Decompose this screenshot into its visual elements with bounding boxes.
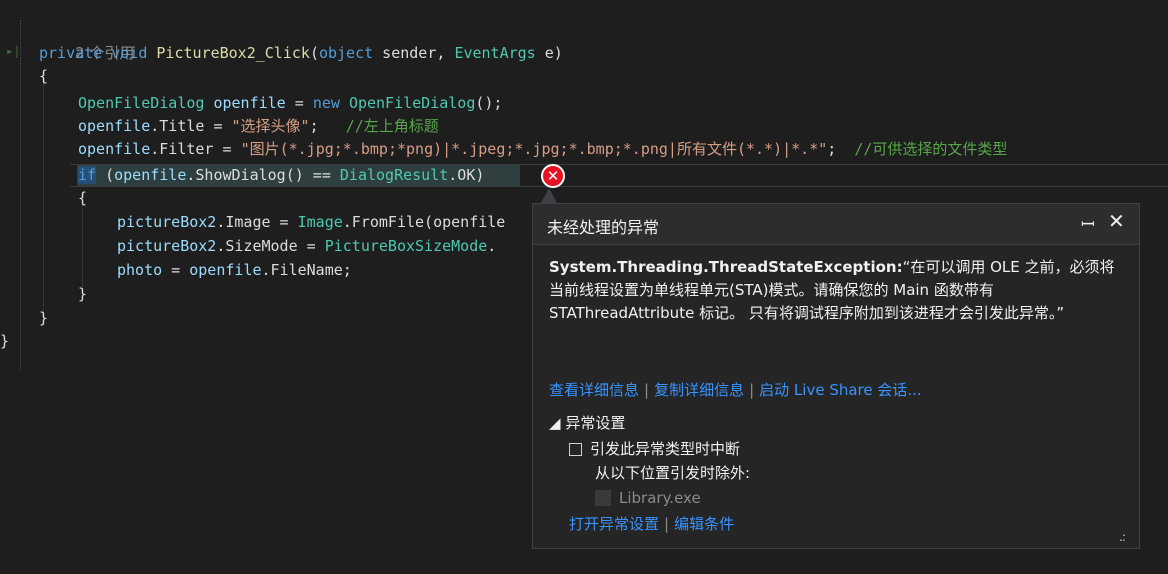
edit-conditions-link[interactable]: 编辑条件 [674, 515, 734, 533]
type-name: OpenFileDialog [78, 94, 205, 112]
string-literal: "图片(*.jpg;*.bmp;*png)|*.jpeg;*.jpg;*.bmp… [240, 140, 828, 158]
method-name: PictureBox2_Click [156, 44, 310, 62]
code-text: .FromFile(openfile [342, 213, 506, 231]
code-text: (); [475, 94, 503, 112]
code-line-inner-brace-open: { [78, 187, 87, 210]
indent-guide [20, 20, 21, 370]
code-text: .Image = [216, 213, 298, 231]
type-name: OpenFileDialog [348, 94, 476, 112]
variable-name: photo [117, 261, 163, 279]
popup-header: 未经处理的异常 ꟷ ✕ [533, 204, 1139, 245]
code-text: = [285, 94, 313, 112]
link-separator: | [749, 381, 755, 399]
code-text: ( [309, 44, 319, 62]
code-text: .SizeMode = [216, 237, 325, 255]
code-text: e) [535, 44, 563, 62]
code-text: .ShowDialog() == [186, 166, 340, 184]
code-text: .Title = [150, 117, 232, 135]
pin-icon[interactable]: ꟷ [1081, 212, 1095, 235]
type-name: DialogResult [339, 166, 449, 184]
keyword: private [39, 44, 103, 62]
code-line-photo: photo = openfile.FileName; [117, 259, 352, 282]
keyword: object [318, 44, 374, 62]
exception-message: System.Threading.ThreadStateException:“在… [549, 256, 1127, 325]
code-text: = [162, 261, 190, 279]
variable-name: openfile [189, 261, 262, 279]
keyword: new [312, 94, 340, 112]
string-literal: "选择头像" [231, 117, 310, 135]
break-on-exception-checkbox[interactable]: 引发此异常类型时中断 [569, 437, 740, 461]
type-name: EventArgs [454, 44, 536, 62]
section-label: 异常设置 [565, 414, 626, 432]
indent-guide [43, 83, 44, 313]
code-text: .FileName; [261, 261, 352, 279]
settings-links: 打开异常设置 | 编辑条件 [569, 512, 734, 536]
library-checkbox: Library.exe [595, 486, 701, 510]
code-comment: //左上角标题 [345, 117, 439, 135]
code-line-title: openfile.Title = "选择头像"; //左上角标题 [78, 115, 439, 138]
collapse-marker-icon[interactable]: ▸| [6, 44, 20, 58]
popup-links: 查看详细信息 | 复制详细信息 | 启动 Live Share 会话... [549, 378, 922, 402]
library-label: Library.exe [619, 489, 701, 507]
brace: { [39, 67, 49, 85]
brace: { [78, 189, 88, 207]
brace: } [78, 285, 88, 303]
variable-name: openfile [213, 94, 286, 112]
indent-guide [82, 203, 83, 293]
code-text: . [487, 237, 497, 255]
popup-pointer [541, 188, 557, 203]
code-line-inner-brace-close: } [78, 283, 87, 306]
code-text: ; [309, 117, 319, 135]
exception-settings-section[interactable]: ◢ 异常设置 [549, 411, 625, 435]
code-text: ; [827, 140, 837, 158]
code-line-filter: openfile.Filter = "图片(*.jpg;*.bmp;*png)|… [78, 138, 1007, 161]
variable-name: pictureBox2 [117, 237, 217, 255]
link-separator: | [644, 381, 650, 399]
code-line-outer-brace-close: } [0, 330, 9, 353]
code-line-declaration: OpenFileDialog openfile = new OpenFileDi… [78, 92, 502, 115]
resize-grip-icon[interactable]: .: [1119, 530, 1126, 544]
close-icon[interactable]: ✕ [1108, 209, 1125, 233]
brace: } [0, 332, 10, 350]
code-line-brace-close: } [39, 307, 48, 330]
keyword: void [111, 44, 148, 62]
brace: } [39, 309, 49, 327]
link-separator: | [664, 515, 670, 533]
code-line-method-signature: private void PictureBox2_Click(object se… [39, 42, 563, 65]
popup-title: 未经处理的异常 [547, 218, 660, 237]
type-name: PictureBoxSizeMode [324, 237, 488, 255]
live-share-link[interactable]: 启动 Live Share 会话... [759, 381, 922, 399]
code-text: .OK) [448, 166, 485, 184]
code-text: sender, [373, 44, 455, 62]
code-lens-references[interactable]: 2 个引用 [39, 19, 134, 62]
except-label: 从以下位置引发时除外: [595, 464, 751, 482]
collapse-triangle-icon[interactable]: ◢ [549, 414, 561, 432]
exception-helper-popup: 未经处理的异常 ꟷ ✕ System.Threading.ThreadState… [532, 203, 1140, 549]
code-line-brace-open: { [39, 65, 48, 88]
exception-type: System.Threading.ThreadStateException: [549, 258, 903, 276]
code-text: .Filter = [150, 140, 241, 158]
error-x-icon[interactable]: ✕ [541, 164, 565, 188]
variable-name: openfile [78, 117, 151, 135]
view-details-link[interactable]: 查看详细信息 [549, 381, 639, 399]
open-exception-settings-link[interactable]: 打开异常设置 [569, 515, 659, 533]
checkbox-label: 引发此异常类型时中断 [590, 440, 741, 458]
code-comment: //可供选择的文件类型 [854, 140, 1008, 158]
code-line-if: if (openfile.ShowDialog() == DialogResul… [78, 164, 484, 187]
keyword-highlighted: if [78, 166, 97, 184]
variable-name: openfile [114, 166, 187, 184]
checkbox-box-disabled [595, 490, 611, 506]
copy-details-link[interactable]: 复制详细信息 [654, 381, 744, 399]
code-line-sizemode: pictureBox2.SizeMode = PictureBoxSizeMod… [117, 235, 496, 258]
variable-name: pictureBox2 [117, 213, 217, 231]
checkbox-box[interactable] [569, 443, 582, 456]
type-name: Image [297, 213, 343, 231]
variable-name: openfile [78, 140, 151, 158]
code-text: ( [96, 166, 115, 184]
code-line-image: pictureBox2.Image = Image.FromFile(openf… [117, 211, 505, 234]
